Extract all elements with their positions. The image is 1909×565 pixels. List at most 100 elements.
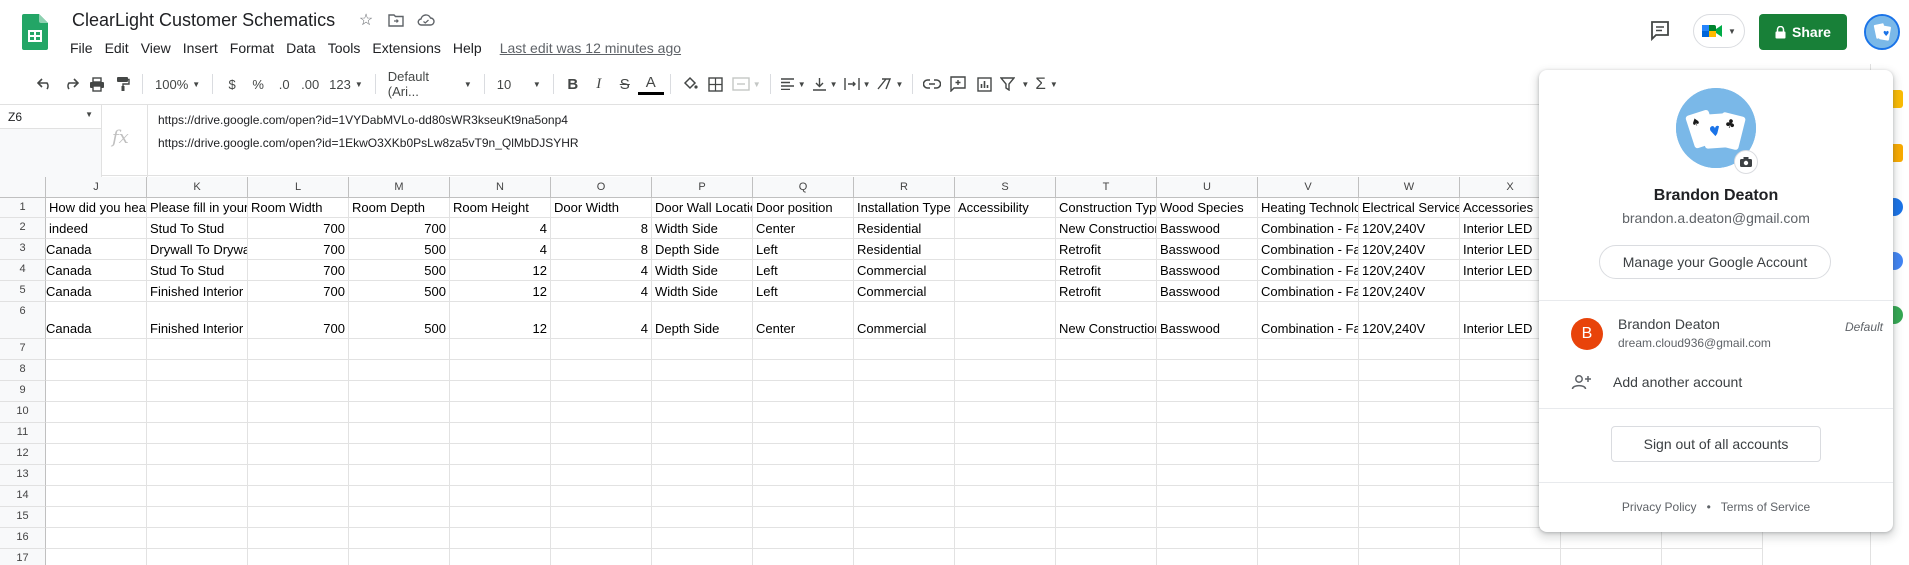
grid-cell[interactable]: 120V,240V bbox=[1359, 239, 1460, 260]
name-box[interactable]: Z6 ▼ bbox=[0, 105, 102, 129]
grid-cell[interactable]: Width Side bbox=[652, 281, 753, 302]
grid-cell[interactable]: 700 bbox=[248, 302, 349, 339]
grid-cell[interactable]: 700 bbox=[349, 218, 450, 239]
grid-cell[interactable]: Center bbox=[753, 218, 854, 239]
grid-cell[interactable] bbox=[753, 402, 854, 423]
grid-cell[interactable] bbox=[1056, 528, 1157, 549]
grid-cell[interactable] bbox=[450, 423, 551, 444]
grid-cell[interactable]: 700 bbox=[248, 218, 349, 239]
insert-comment-icon[interactable] bbox=[945, 70, 971, 98]
grid-cell[interactable]: Room Height bbox=[450, 198, 551, 218]
grid-cell[interactable] bbox=[450, 528, 551, 549]
grid-cell[interactable] bbox=[349, 507, 450, 528]
grid-cell[interactable] bbox=[551, 486, 652, 507]
grid-cell[interactable] bbox=[753, 360, 854, 381]
column-header[interactable]: O bbox=[551, 177, 652, 198]
more-formats-select[interactable]: 123 ▼ bbox=[323, 70, 369, 98]
grid-cell[interactable] bbox=[955, 239, 1056, 260]
share-button[interactable]: Share bbox=[1759, 14, 1847, 50]
column-header[interactable]: W bbox=[1359, 177, 1460, 198]
grid-cell[interactable]: Commercial bbox=[854, 302, 955, 339]
grid-cell[interactable]: Door Width bbox=[551, 198, 652, 218]
grid-cell[interactable]: Canada bbox=[46, 281, 147, 302]
grid-cell[interactable]: Canada bbox=[46, 302, 147, 339]
redo-icon[interactable] bbox=[58, 70, 84, 98]
comment-history-icon[interactable] bbox=[1646, 16, 1674, 44]
grid-cell[interactable] bbox=[1056, 423, 1157, 444]
grid-cell[interactable] bbox=[854, 444, 955, 465]
grid-cell[interactable] bbox=[955, 486, 1056, 507]
row-header[interactable]: 16 bbox=[0, 528, 46, 549]
grid-cell[interactable] bbox=[1258, 360, 1359, 381]
row-header[interactable]: 13 bbox=[0, 465, 46, 486]
grid-cell[interactable]: 12 bbox=[450, 302, 551, 339]
menu-help[interactable]: Help bbox=[447, 38, 488, 58]
grid-cell[interactable]: 500 bbox=[349, 260, 450, 281]
grid-cell[interactable]: 4 bbox=[551, 260, 652, 281]
bold-button[interactable]: B bbox=[560, 70, 586, 98]
grid-cell[interactable]: Finished Interior bbox=[147, 302, 248, 339]
grid-cell[interactable]: Width Side bbox=[652, 260, 753, 281]
move-folder-icon[interactable] bbox=[386, 10, 406, 30]
grid-cell[interactable] bbox=[450, 360, 551, 381]
grid-cell[interactable] bbox=[1056, 381, 1157, 402]
grid-cell[interactable]: Door position bbox=[753, 198, 854, 218]
grid-cell[interactable]: Depth Side bbox=[652, 302, 753, 339]
grid-cell[interactable] bbox=[652, 402, 753, 423]
strikethrough-button[interactable]: S bbox=[612, 70, 638, 98]
grid-cell[interactable] bbox=[1157, 360, 1258, 381]
grid-cell[interactable] bbox=[147, 528, 248, 549]
grid-cell[interactable]: Residential bbox=[854, 218, 955, 239]
grid-cell[interactable]: Left bbox=[753, 260, 854, 281]
grid-cell[interactable] bbox=[147, 381, 248, 402]
row-header[interactable]: 6 bbox=[0, 302, 46, 339]
grid-cell[interactable]: How did you hear bbox=[46, 198, 147, 218]
manage-account-button[interactable]: Manage your Google Account bbox=[1599, 245, 1831, 279]
grid-cell[interactable] bbox=[1157, 444, 1258, 465]
row-header[interactable]: 1 bbox=[0, 198, 46, 218]
cloud-status-icon[interactable] bbox=[416, 10, 436, 30]
grid-cell[interactable]: Canada bbox=[46, 260, 147, 281]
grid-cell[interactable] bbox=[349, 486, 450, 507]
grid-cell[interactable]: 12 bbox=[450, 260, 551, 281]
grid-cell[interactable] bbox=[652, 423, 753, 444]
column-header[interactable]: K bbox=[147, 177, 248, 198]
privacy-policy-link[interactable]: Privacy Policy bbox=[1622, 500, 1697, 514]
grid-cell[interactable] bbox=[248, 381, 349, 402]
grid-cell[interactable]: 120V,240V bbox=[1359, 281, 1460, 302]
grid-cell[interactable]: Basswood bbox=[1157, 260, 1258, 281]
print-icon[interactable] bbox=[84, 70, 110, 98]
grid-cell[interactable] bbox=[1157, 402, 1258, 423]
grid-cell[interactable] bbox=[46, 381, 147, 402]
grid-cell[interactable]: Room Width bbox=[248, 198, 349, 218]
grid-cell[interactable] bbox=[349, 402, 450, 423]
grid-cell[interactable] bbox=[248, 549, 349, 565]
zoom-select[interactable]: 100% ▼ bbox=[149, 70, 206, 98]
grid-cell[interactable] bbox=[551, 444, 652, 465]
grid-cell[interactable] bbox=[1157, 549, 1258, 565]
grid-cell[interactable] bbox=[349, 528, 450, 549]
text-color-button[interactable]: A bbox=[637, 73, 664, 95]
grid-cell[interactable] bbox=[955, 302, 1056, 339]
grid-cell[interactable] bbox=[854, 339, 955, 360]
menu-file[interactable]: File bbox=[64, 38, 99, 58]
sheets-logo-icon[interactable] bbox=[22, 14, 48, 50]
grid-cell[interactable]: Drywall To Drywall bbox=[147, 239, 248, 260]
grid-cell[interactable]: Heating Technology bbox=[1258, 198, 1359, 218]
grid-cell[interactable] bbox=[147, 549, 248, 565]
row-header[interactable]: 15 bbox=[0, 507, 46, 528]
grid-cell[interactable] bbox=[349, 381, 450, 402]
menu-view[interactable]: View bbox=[135, 38, 177, 58]
grid-cell[interactable] bbox=[1359, 423, 1460, 444]
grid-cell[interactable]: 120V,240V bbox=[1359, 260, 1460, 281]
grid-cell[interactable] bbox=[147, 423, 248, 444]
grid-cell[interactable]: Left bbox=[753, 239, 854, 260]
grid-cell[interactable] bbox=[46, 465, 147, 486]
column-header[interactable]: N bbox=[450, 177, 551, 198]
grid-cell[interactable] bbox=[854, 528, 955, 549]
grid-cell[interactable] bbox=[147, 402, 248, 423]
grid-cell[interactable] bbox=[955, 549, 1056, 565]
grid-cell[interactable] bbox=[248, 339, 349, 360]
grid-cell[interactable] bbox=[46, 507, 147, 528]
grid-cell[interactable] bbox=[1157, 486, 1258, 507]
